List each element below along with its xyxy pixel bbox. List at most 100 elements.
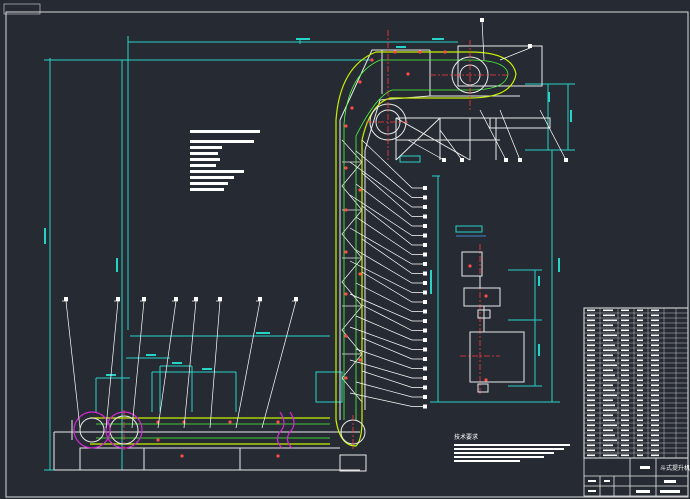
parts-cell-text — [603, 374, 615, 377]
parts-cell-text — [621, 394, 629, 397]
balloon-marker — [423, 357, 427, 361]
parts-cell-text — [603, 384, 613, 387]
parts-cell-text — [603, 309, 613, 312]
leader-line — [361, 238, 424, 274]
parts-cell-text — [637, 419, 643, 422]
parts-cell-text — [621, 389, 629, 392]
parts-cell-text — [637, 334, 643, 337]
balloon-marker — [423, 205, 427, 209]
parts-cell-text — [651, 364, 659, 367]
drawing-title: 斗式提升机 — [660, 464, 690, 472]
parts-cell-text — [637, 314, 643, 317]
parts-cell-text — [587, 319, 595, 322]
parts-cell-text — [587, 399, 595, 402]
leader-line — [361, 337, 424, 360]
parts-cell-text — [587, 324, 595, 327]
parts-cell-text — [637, 324, 643, 327]
title-block-text: 斗式提升机 — [588, 464, 690, 493]
parts-cell-text — [603, 394, 617, 397]
balloon-marker — [423, 376, 427, 380]
balloon-marker — [423, 328, 427, 333]
balloon-marker — [423, 385, 427, 390]
cad-drawing: 技术要求 斗式提升机 — [3, 3, 690, 498]
parts-list-grid — [584, 308, 688, 458]
parts-cell-text — [603, 359, 615, 362]
parts-cell-text — [651, 434, 659, 437]
balloon-marker — [423, 404, 427, 409]
parts-cell-text — [637, 409, 643, 412]
parts-cell-text — [603, 334, 617, 337]
parts-cell-text — [637, 344, 643, 347]
parts-cell-text — [651, 314, 659, 317]
technical-notes-upper — [190, 130, 260, 191]
parts-cell-text — [651, 439, 659, 442]
parts-cell-text — [651, 404, 659, 407]
parts-cell-text — [587, 429, 595, 432]
balloon-marker — [423, 233, 427, 238]
leader-line — [209, 300, 221, 429]
center-lines — [123, 30, 510, 450]
parts-cell-text — [651, 414, 659, 417]
parts-cell-text — [651, 329, 659, 332]
parts-cell-text — [587, 419, 595, 422]
parts-cell-text — [637, 359, 643, 362]
parts-cell-text — [621, 449, 629, 452]
leader-line — [361, 304, 424, 331]
parts-cell-text — [637, 374, 643, 377]
parts-cell-text — [587, 359, 595, 362]
parts-cell-text — [621, 374, 629, 377]
parts-cell-text — [637, 369, 643, 372]
parts-cell-text — [621, 454, 629, 457]
parts-cell-text — [587, 389, 595, 392]
parts-cell-text — [587, 334, 595, 337]
leader-line — [355, 183, 424, 227]
leader-line — [261, 300, 297, 429]
parts-cell-text — [651, 409, 659, 412]
balloon-marker — [423, 271, 427, 276]
parts-cell-text — [651, 449, 659, 452]
parts-cell-text — [621, 434, 629, 437]
parts-cell-text — [637, 389, 643, 392]
leader-line — [349, 392, 424, 407]
parts-cell-text — [651, 324, 659, 327]
parts-cell-text — [651, 339, 659, 342]
parts-cell-text — [621, 354, 629, 357]
drive-motor-detail — [461, 251, 525, 393]
parts-cell-text — [621, 339, 629, 342]
parts-list — [583, 307, 689, 459]
parts-cell-text — [637, 309, 643, 312]
parts-cell-text — [651, 374, 659, 377]
parts-cell-text — [587, 314, 595, 317]
balloon-marker — [423, 395, 427, 399]
leader-line — [361, 172, 424, 217]
parts-cell-text — [651, 389, 659, 392]
balloon-marker — [423, 224, 427, 228]
balloon-marker — [423, 290, 427, 295]
leader-line — [355, 249, 424, 284]
balloon-marker — [423, 300, 427, 304]
parts-cell-text — [603, 314, 615, 317]
leader-lines-left — [62, 300, 298, 429]
parts-cell-text — [587, 414, 595, 417]
leader-line — [355, 381, 424, 398]
parts-cell-text — [603, 399, 613, 402]
parts-cell-text — [621, 379, 629, 382]
parts-cell-text — [637, 404, 643, 407]
balloon-marker — [423, 366, 427, 371]
notes-title: 技术要求 — [454, 433, 478, 441]
balloon-marker — [423, 281, 427, 285]
parts-cell-text — [603, 329, 615, 332]
parts-cell-text — [587, 329, 595, 332]
balloon-marker — [194, 297, 198, 301]
parts-cell-text — [651, 344, 659, 347]
tail-sprocket — [79, 415, 366, 445]
parts-cell-text — [651, 334, 659, 337]
parts-cell-text — [621, 369, 629, 372]
leader-line — [183, 300, 197, 429]
parts-cell-text — [637, 364, 643, 367]
parts-cell-text — [603, 449, 615, 452]
balloon-marker — [423, 309, 427, 314]
parts-cell-text — [637, 434, 643, 437]
parts-cell-text — [621, 444, 629, 447]
parts-cell-text — [603, 389, 615, 392]
